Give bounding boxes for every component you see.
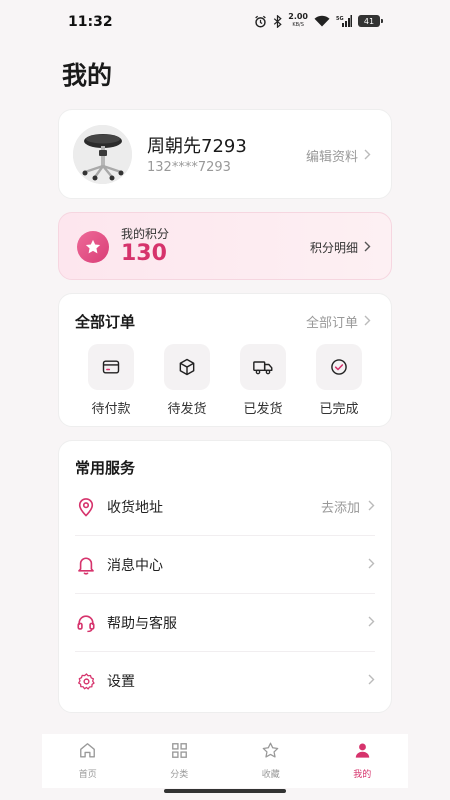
profile-page: 11:32 2.00 KB/S 5G 41 我的 周朝先7293 132****… xyxy=(0,0,450,800)
chevron-right-icon xyxy=(368,558,375,572)
avatar[interactable] xyxy=(73,125,132,184)
tab-label: 分类 xyxy=(170,770,189,780)
cellular-signal-icon: 5G xyxy=(336,15,352,27)
chevron-right-icon xyxy=(364,149,371,163)
points-detail-label: 积分明细 xyxy=(309,241,358,255)
points-detail-link[interactable]: 积分明细 xyxy=(310,239,371,256)
battery-icon: 41 xyxy=(358,15,383,27)
service-label: 帮助与客服 xyxy=(107,615,177,632)
profile-card[interactable]: 周朝先7293 132****7293 编辑资料 xyxy=(58,109,392,199)
tab-label: 我的 xyxy=(353,770,372,780)
package-icon xyxy=(164,344,210,390)
nickname: 周朝先7293 xyxy=(147,136,247,157)
chevron-right-icon xyxy=(368,674,375,688)
services-card: 常用服务 收货地址 去添加 消息中心 帮助与客服 设置 xyxy=(58,440,392,713)
user-icon xyxy=(353,741,372,764)
status-time: 11:32 xyxy=(68,14,113,30)
edit-profile-link[interactable]: 编辑资料 xyxy=(306,146,371,165)
tab-category[interactable]: 分类 xyxy=(134,734,226,788)
tab-mine[interactable]: 我的 xyxy=(317,734,409,788)
star-badge-icon xyxy=(77,231,109,263)
gear-icon xyxy=(75,672,97,691)
service-label: 消息中心 xyxy=(107,557,163,574)
points-card[interactable]: 我的积分 130 积分明细 xyxy=(58,212,392,280)
alarm-icon xyxy=(254,15,267,28)
network-speed: 2.00 KB/S xyxy=(288,13,308,29)
services-title: 常用服务 xyxy=(75,459,136,477)
service-label: 设置 xyxy=(107,674,135,690)
bottom-tab-bar: 首页 分类 收藏 我的 xyxy=(42,734,408,788)
headset-icon xyxy=(75,613,97,633)
home-indicator[interactable] xyxy=(164,789,286,793)
location-pin-icon xyxy=(75,497,97,517)
wallet-icon xyxy=(88,344,134,390)
chevron-right-icon xyxy=(364,315,371,329)
wifi-icon xyxy=(314,15,330,27)
check-circle-icon xyxy=(316,344,362,390)
orders-card: 全部订单 全部订单 待付款 待发货 已发货 已完成 xyxy=(58,293,392,427)
bluetooth-icon xyxy=(273,14,282,28)
svg-text:5G: 5G xyxy=(336,16,344,22)
page-title: 我的 xyxy=(62,61,113,90)
chevron-right-icon xyxy=(364,241,371,255)
tab-favorites[interactable]: 收藏 xyxy=(225,734,317,788)
star-icon xyxy=(261,741,280,764)
tab-home[interactable]: 首页 xyxy=(42,734,134,788)
network-speed-unit: KB/S xyxy=(292,22,304,28)
grid-icon xyxy=(170,741,189,764)
order-label: 已完成 xyxy=(319,402,359,417)
service-extra: 去添加 xyxy=(320,501,360,516)
points-label: 我的积分 xyxy=(121,227,170,241)
orders-title: 全部订单 xyxy=(75,313,136,331)
phone-number: 132****7293 xyxy=(147,160,231,175)
status-icons: 2.00 KB/S 5G 41 xyxy=(254,13,383,29)
order-label: 已发货 xyxy=(243,402,283,417)
bell-icon xyxy=(75,555,97,575)
tab-label: 收藏 xyxy=(261,770,280,780)
order-completed[interactable]: 已完成 xyxy=(309,344,369,417)
edit-profile-label: 编辑资料 xyxy=(305,150,358,165)
order-shipped[interactable]: 已发货 xyxy=(233,344,293,417)
service-label: 收货地址 xyxy=(107,499,163,516)
order-label: 待发货 xyxy=(167,402,207,417)
truck-icon xyxy=(240,344,286,390)
order-pending-shipment[interactable]: 待发货 xyxy=(157,344,217,417)
all-orders-link[interactable]: 全部订单 xyxy=(306,312,371,331)
order-label: 待付款 xyxy=(91,402,131,417)
service-item-address[interactable]: 收货地址 去添加 xyxy=(75,478,375,536)
chevron-right-icon xyxy=(368,616,375,630)
home-icon xyxy=(78,741,97,764)
tab-label: 首页 xyxy=(78,770,97,780)
status-bar: 11:32 2.00 KB/S 5G 41 xyxy=(0,0,450,44)
order-pending-payment[interactable]: 待付款 xyxy=(81,344,141,417)
stool-image xyxy=(73,125,132,184)
points-value: 130 xyxy=(121,241,167,266)
all-orders-label: 全部订单 xyxy=(305,316,358,331)
chevron-right-icon xyxy=(368,500,375,514)
service-item-help[interactable]: 帮助与客服 xyxy=(75,594,375,652)
network-speed-value: 2.00 xyxy=(288,12,308,21)
service-item-messages[interactable]: 消息中心 xyxy=(75,536,375,594)
service-item-settings[interactable]: 设置 xyxy=(75,652,375,710)
